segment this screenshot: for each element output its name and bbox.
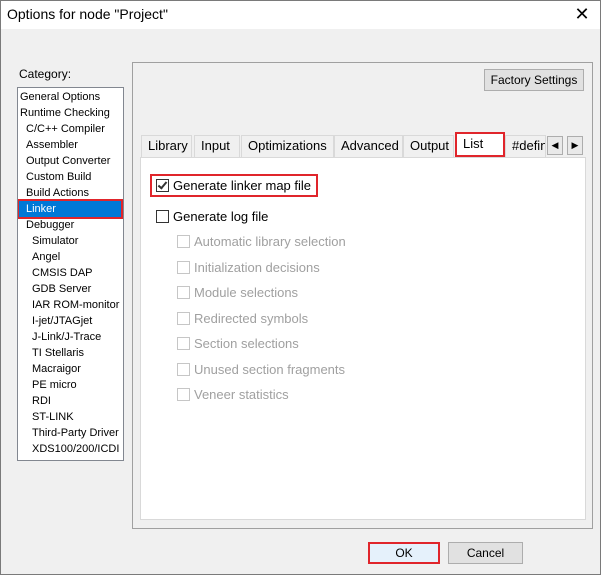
checkbox-unchecked-icon[interactable] <box>156 209 169 223</box>
checkbox-disabled-icon <box>177 234 190 248</box>
category-item-xds100[interactable]: XDS100/200/ICDI <box>32 441 123 457</box>
category-label: Category: <box>19 67 72 81</box>
log-option-label: Redirected symbols <box>194 310 309 326</box>
log-option-label: Veneer statistics <box>194 386 289 402</box>
category-item-assembler[interactable]: Assembler <box>26 137 82 153</box>
tab-input[interactable]: Input <box>194 135 240 157</box>
close-icon[interactable]: ✕ <box>570 3 594 25</box>
log-option-label: Initialization decisions <box>194 259 320 275</box>
log-option-initialization: Initialization decisions <box>177 258 320 276</box>
checkbox-checked-icon[interactable] <box>156 178 169 192</box>
factory-settings-button[interactable]: Factory Settings <box>484 69 584 91</box>
options-dialog: Options for node "Project" ✕ Category: G… <box>0 0 601 575</box>
category-item-ti-stellaris[interactable]: TI Stellaris <box>32 345 88 361</box>
category-item-debugger[interactable]: Debugger <box>26 217 78 233</box>
category-item-gdb-server[interactable]: GDB Server <box>32 281 95 297</box>
category-item-macraigor[interactable]: Macraigor <box>32 361 85 377</box>
checkbox-disabled-icon <box>177 285 190 299</box>
tab-output[interactable]: Output <box>403 135 454 157</box>
generate-log-checkbox[interactable]: Generate log file <box>156 207 268 225</box>
category-item-runtime-checking[interactable]: Runtime Checking <box>20 105 114 121</box>
ok-button[interactable]: OK <box>368 542 440 564</box>
category-item-pe-micro[interactable]: PE micro <box>32 377 81 393</box>
log-option-module-selections: Module selections <box>177 283 298 301</box>
category-item-third-party-driver[interactable]: Third-Party Driver <box>32 425 123 441</box>
category-item-custom-build[interactable]: Custom Build <box>26 169 95 185</box>
category-item-general-options[interactable]: General Options <box>20 89 104 105</box>
log-option-label: Automatic library selection <box>194 233 346 249</box>
category-item-cmsis-dap[interactable]: CMSIS DAP <box>32 265 97 281</box>
tab-advanced[interactable]: Advanced <box>334 135 403 157</box>
tab-defines[interactable]: #defin <box>505 135 546 157</box>
category-item-rdi[interactable]: RDI <box>32 393 55 409</box>
category-item-output-converter[interactable]: Output Converter <box>26 153 114 169</box>
category-item-angel[interactable]: Angel <box>32 249 64 265</box>
log-option-label: Module selections <box>194 284 299 300</box>
tab-scroll-left-icon[interactable]: ◀ <box>547 136 563 155</box>
generate-log-label: Generate log file <box>173 208 269 224</box>
category-item-j-link-j-trace[interactable]: J-Link/J-Trace <box>32 329 105 345</box>
category-item-i-jet-jtagjet[interactable]: I-jet/JTAGjet <box>32 313 96 329</box>
category-item-c-cpp-compiler[interactable]: C/C++ Compiler <box>26 121 109 137</box>
category-item-st-link[interactable]: ST-LINK <box>32 409 78 425</box>
window-title: Options for node "Project" <box>7 6 168 22</box>
log-option-label: Unused section fragments <box>194 361 346 377</box>
category-item-iar-rom-monitor[interactable]: IAR ROM-monitor <box>32 297 123 313</box>
tab-library[interactable]: Library <box>141 135 192 157</box>
log-option-redirected-symbols: Redirected symbols <box>177 309 308 327</box>
category-item-build-actions[interactable]: Build Actions <box>26 185 93 201</box>
log-option-section-selections: Section selections <box>177 334 299 352</box>
cancel-button[interactable]: Cancel <box>448 542 523 564</box>
tab-scroll-right-icon[interactable]: ▶ <box>567 136 583 155</box>
category-item-linker[interactable]: Linker <box>18 199 123 219</box>
checkbox-disabled-icon <box>177 336 190 350</box>
checkbox-disabled-icon <box>177 311 190 325</box>
category-item-simulator[interactable]: Simulator <box>32 233 82 249</box>
checkbox-disabled-icon <box>177 362 190 376</box>
checkbox-disabled-icon <box>177 260 190 274</box>
title-bar: Options for node "Project" ✕ <box>1 1 600 29</box>
tab-list[interactable]: List <box>455 132 505 157</box>
log-option-veneer-statistics: Veneer statistics <box>177 385 289 403</box>
tab-optimizations[interactable]: Optimizations <box>241 135 334 157</box>
log-option-automatic-library: Automatic library selection <box>177 232 346 250</box>
checkbox-disabled-icon <box>177 387 190 401</box>
log-option-label: Section selections <box>194 335 299 351</box>
log-option-unused-fragments: Unused section fragments <box>177 360 345 378</box>
category-list[interactable]: General Options Runtime Checking C/C++ C… <box>17 87 124 461</box>
generate-map-checkbox[interactable]: Generate linker map file <box>156 176 311 194</box>
generate-map-label: Generate linker map file <box>173 177 312 193</box>
